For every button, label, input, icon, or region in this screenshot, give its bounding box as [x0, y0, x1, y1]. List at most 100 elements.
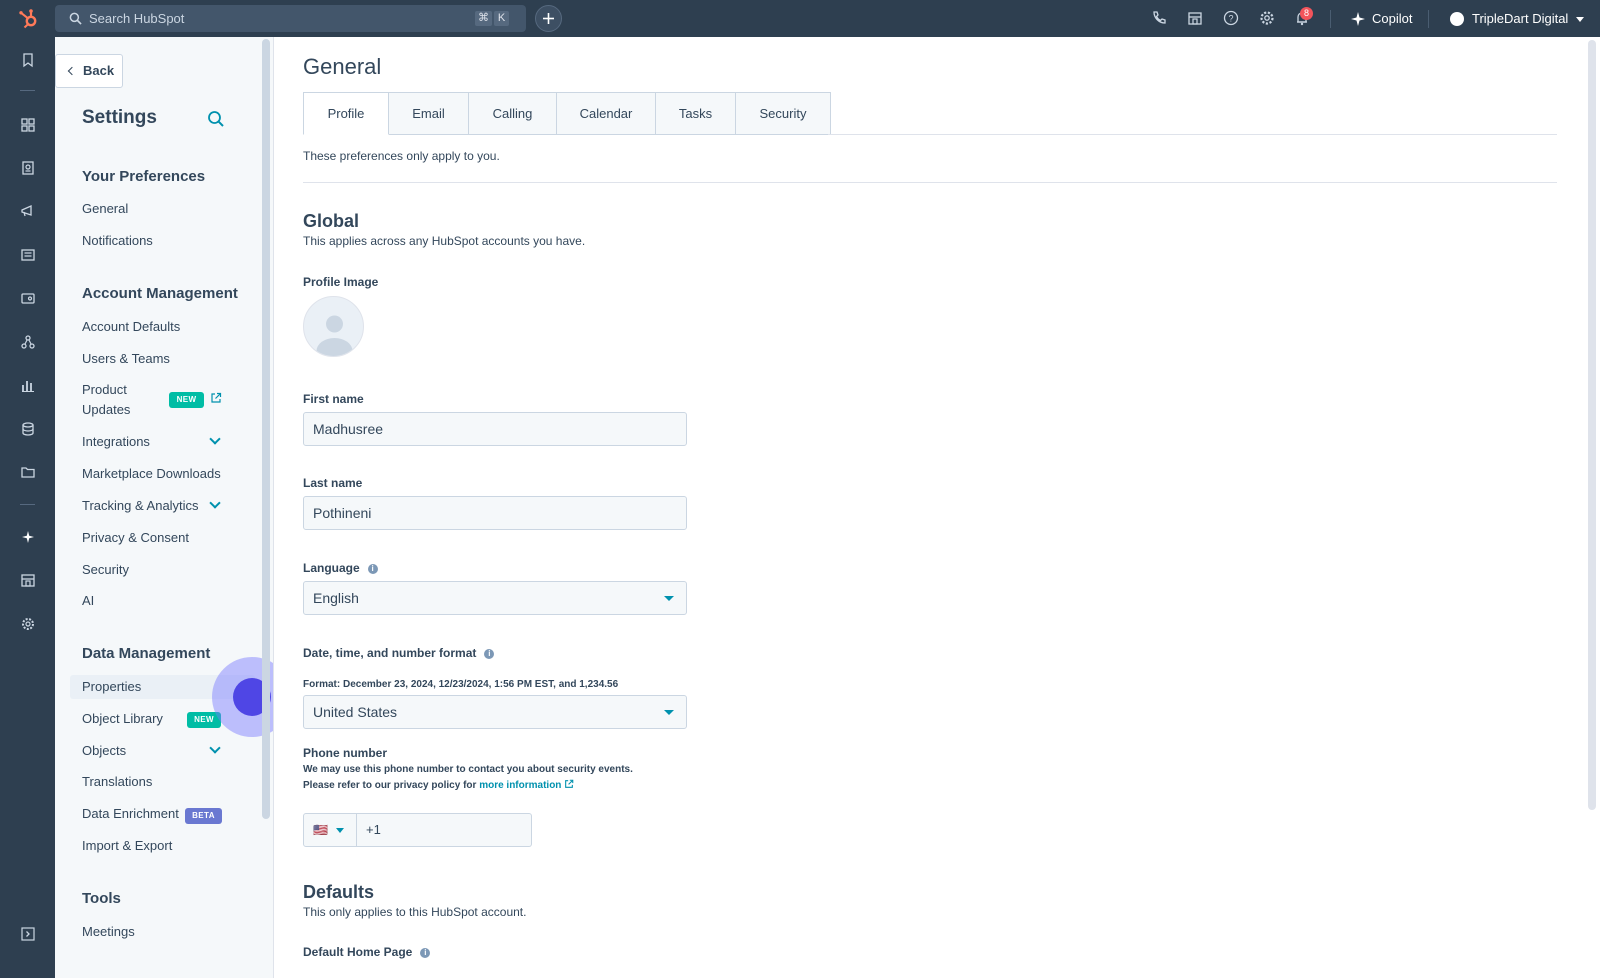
hubspot-logo-icon[interactable] — [16, 7, 40, 31]
account-name: TripleDart Digital — [1472, 11, 1569, 26]
language-select[interactable]: English — [303, 581, 687, 615]
sidebar-scrollbar[interactable] — [262, 39, 270, 819]
phone-number-field[interactable]: +1 — [357, 813, 532, 847]
sidebar-item-privacy-consent[interactable]: Privacy & Consent — [82, 528, 189, 548]
tab-bar: Profile Email Calling Calendar Tasks Sec… — [303, 92, 831, 135]
sidebar-item-objects[interactable]: Objects — [82, 741, 126, 761]
sidebar-item-import-export[interactable]: Import & Export — [82, 836, 172, 856]
tab-profile[interactable]: Profile — [303, 92, 389, 135]
first-name-label: First name — [303, 392, 364, 406]
sidebar-item-account-defaults[interactable]: Account Defaults — [82, 317, 180, 337]
sidebar-item-product-updates[interactable]: Product Updates — [82, 380, 152, 420]
global-description: This applies across any HubSpot accounts… — [303, 234, 586, 248]
bookmark-icon[interactable] — [20, 52, 36, 68]
caret-down-icon — [664, 710, 674, 715]
section-heading-data-management: Data Management — [82, 645, 211, 662]
global-search-input[interactable]: Search HubSpot ⌘ K — [55, 5, 526, 32]
format-example: Format: December 23, 2024, 12/23/2024, 1… — [303, 679, 619, 690]
sidebar-item-object-library[interactable]: Object Library — [82, 709, 163, 729]
sidebar-item-ai[interactable]: AI — [82, 591, 94, 611]
copilot-button[interactable]: Copilot — [1350, 9, 1412, 29]
search-icon[interactable] — [207, 110, 225, 128]
contacts-icon[interactable] — [20, 160, 36, 176]
sidebar-item-general[interactable]: General — [82, 199, 128, 219]
page-title: General — [303, 54, 382, 79]
profile-image-avatar[interactable] — [303, 296, 364, 357]
sidebar-item-properties[interactable]: Properties — [82, 677, 141, 697]
section-heading-account-management: Account Management — [82, 285, 238, 302]
sidebar-item-tracking-analytics[interactable]: Tracking & Analytics — [82, 496, 199, 516]
info-icon[interactable]: i — [367, 564, 378, 574]
tab-calling[interactable]: Calling — [469, 92, 557, 135]
tab-tasks[interactable]: Tasks — [656, 92, 736, 135]
shortcut-key-cmd: ⌘ — [475, 11, 492, 26]
chevron-down-icon[interactable] — [209, 433, 221, 445]
new-badge: NEW — [169, 392, 204, 408]
main-scrollbar[interactable] — [1588, 40, 1596, 810]
marketplace-icon[interactable] — [20, 572, 36, 588]
dashboard-icon[interactable] — [20, 117, 36, 133]
settings-icon[interactable] — [1258, 9, 1276, 27]
phone-help-line-2: Please refer to our privacy policy for m… — [303, 779, 574, 791]
phone-icon[interactable] — [1150, 9, 1168, 27]
data-icon[interactable] — [20, 421, 36, 437]
more-information-link[interactable]: more information — [479, 780, 561, 791]
info-icon[interactable]: i — [420, 948, 431, 958]
sidebar-item-data-enrichment[interactable]: Data Enrichment — [82, 804, 179, 824]
external-link-icon — [211, 392, 222, 403]
search-icon — [69, 12, 82, 25]
content-icon[interactable] — [20, 247, 36, 263]
sidebar-item-marketplace-downloads[interactable]: Marketplace Downloads — [82, 464, 221, 484]
defaults-description: This only applies to this HubSpot accoun… — [303, 905, 527, 919]
main-content: General Profile Email Calling Calendar T… — [275, 37, 1590, 978]
help-icon[interactable]: ? — [1222, 9, 1240, 27]
format-label-text: Date, time, and number format — [303, 646, 477, 660]
format-select[interactable]: United States — [303, 695, 687, 729]
copilot-icon[interactable] — [20, 529, 36, 545]
sidebar-item-translations[interactable]: Translations — [82, 772, 152, 792]
settings-icon[interactable] — [20, 616, 36, 632]
tabs-underline — [828, 134, 1557, 135]
sidebar-item-users-teams[interactable]: Users & Teams — [82, 349, 170, 369]
collapse-icon[interactable] — [20, 926, 36, 942]
shortcut-key-k: K — [494, 11, 509, 26]
default-home-page-label-text: Default Home Page — [303, 945, 413, 959]
last-name-field[interactable]: Pothineni — [303, 496, 687, 530]
search-placeholder: Search HubSpot — [89, 11, 185, 26]
account-menu[interactable]: TripleDart Digital — [1450, 9, 1585, 29]
reporting-icon[interactable] — [20, 377, 36, 393]
sidebar-item-meetings[interactable]: Meetings — [82, 922, 135, 942]
default-home-page-label: Default Home Page i — [303, 945, 431, 959]
external-link-icon — [565, 779, 574, 788]
section-divider — [303, 182, 1557, 183]
first-name-field[interactable]: Madhusree — [303, 412, 687, 446]
chevron-down-icon[interactable] — [209, 742, 221, 754]
topbar-divider — [1330, 10, 1331, 28]
phone-help-line-1: We may use this phone number to contact … — [303, 764, 633, 775]
marketplace-icon[interactable] — [1186, 9, 1204, 27]
back-button[interactable]: Back — [55, 54, 123, 88]
section-heading-your-preferences: Your Preferences — [82, 168, 206, 185]
marketing-icon[interactable] — [20, 203, 36, 219]
language-label-text: Language — [303, 561, 360, 575]
plus-icon — [543, 13, 554, 24]
settings-title: Settings — [82, 107, 157, 128]
sidebar-item-security[interactable]: Security — [82, 560, 129, 580]
info-icon[interactable]: i — [484, 649, 495, 659]
last-name-label: Last name — [303, 476, 363, 490]
tab-security[interactable]: Security — [736, 92, 831, 135]
caret-down-icon — [336, 828, 344, 833]
tab-calendar[interactable]: Calendar — [557, 92, 656, 135]
chevron-down-icon[interactable] — [209, 497, 221, 509]
library-icon[interactable] — [20, 464, 36, 480]
format-label: Date, time, and number format i — [303, 646, 495, 660]
create-new-button[interactable] — [535, 5, 562, 32]
phone-number-label: Phone number — [303, 746, 388, 760]
tab-email[interactable]: Email — [389, 92, 469, 135]
country-code-select[interactable]: 🇺🇸 — [303, 813, 357, 847]
commerce-icon[interactable] — [20, 290, 36, 306]
profile-image-label: Profile Image — [303, 275, 379, 289]
automation-icon[interactable] — [20, 334, 36, 350]
sidebar-item-integrations[interactable]: Integrations — [82, 432, 150, 452]
sidebar-item-notifications[interactable]: Notifications — [82, 231, 153, 251]
